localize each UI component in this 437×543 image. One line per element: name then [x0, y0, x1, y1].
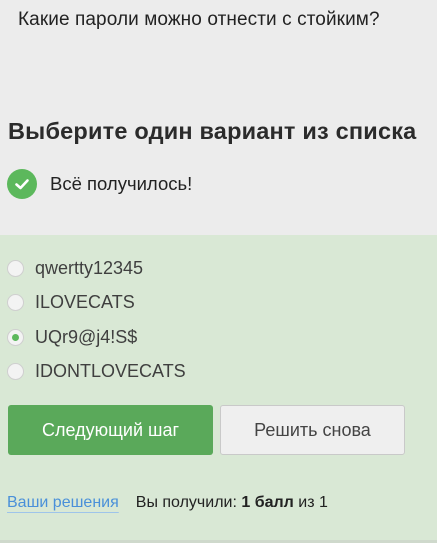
option-item[interactable]: IDONTLOVECATS [7, 359, 186, 383]
option-label: ILOVECATS [35, 291, 135, 312]
radio-selected-dot [12, 333, 19, 341]
success-feedback: Всё получилось! [7, 168, 192, 200]
question-text: Какие пароли можно отнести с стойким? [18, 9, 380, 30]
radio-button[interactable] [7, 362, 24, 380]
success-message: Всё получилось! [50, 173, 193, 194]
option-item-selected[interactable]: UQr9@j4!S$ [7, 325, 137, 349]
score-suffix: из 1 [298, 494, 328, 511]
score-text: Вы получили: 1 балл из 1 [136, 494, 328, 512]
option-label: IDONTLOVECATS [35, 360, 186, 381]
option-item[interactable]: ILOVECATS [7, 290, 135, 314]
radio-button-selected[interactable] [7, 328, 24, 346]
footer-row: Ваши решения Вы получили: 1 балл из 1 [7, 494, 328, 512]
option-label: UQr9@j4!S$ [35, 326, 138, 347]
check-icon [7, 169, 37, 199]
page: Какие пароли можно отнести с стойким? Вы… [0, 0, 437, 543]
section-title: Выберите один вариант из списка [8, 118, 417, 144]
option-label: qwertty12345 [35, 257, 144, 278]
radio-button[interactable] [7, 293, 24, 311]
score-value: 1 балл [241, 494, 294, 511]
your-solutions-link[interactable]: Ваши решения [7, 494, 119, 512]
option-item[interactable]: qwertty12345 [7, 256, 143, 280]
solve-again-button[interactable]: Решить снова [220, 405, 405, 455]
radio-button[interactable] [7, 259, 24, 277]
next-step-button[interactable]: Следующий шаг [8, 405, 213, 455]
score-prefix: Вы получили: [135, 494, 237, 511]
